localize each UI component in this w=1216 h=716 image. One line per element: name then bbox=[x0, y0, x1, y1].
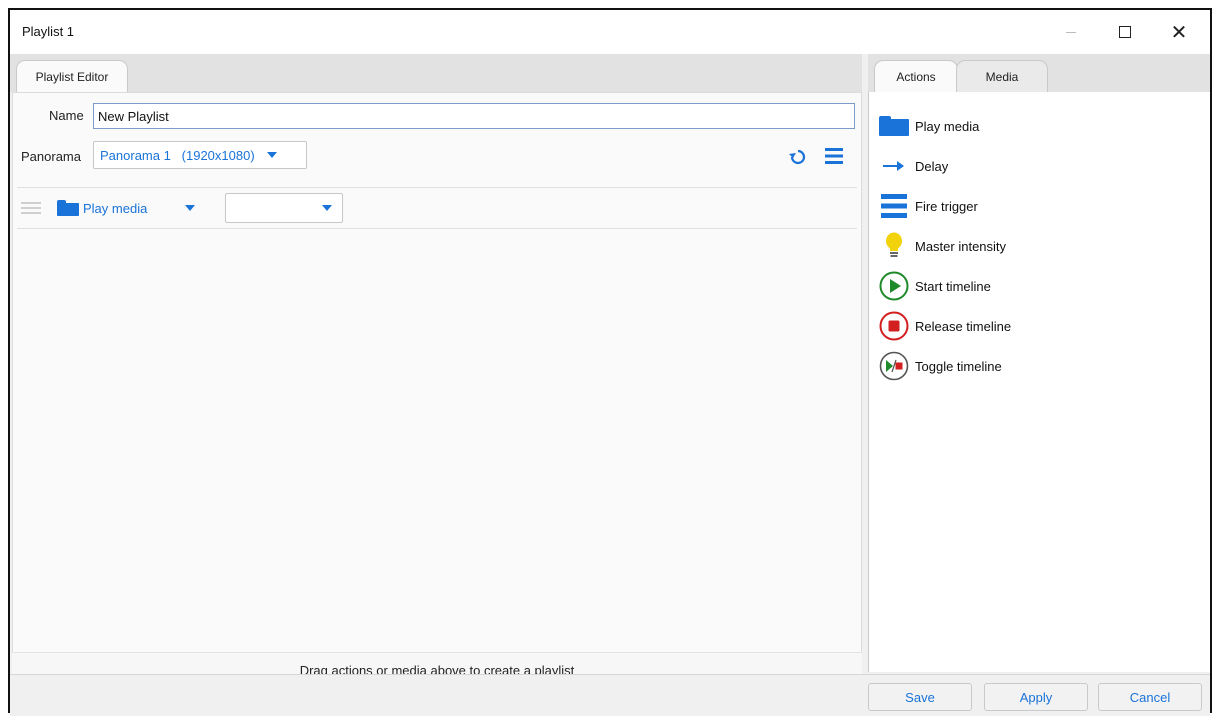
drag-handle-icon[interactable] bbox=[21, 201, 41, 215]
minimize-button[interactable] bbox=[1048, 10, 1094, 54]
action-release-timeline[interactable]: Release timeline bbox=[877, 310, 1011, 342]
action-play-media-label: Play media bbox=[915, 118, 980, 134]
action-master-intensity-label: Master intensity bbox=[915, 238, 1007, 254]
folder-icon bbox=[879, 116, 909, 136]
close-button[interactable]: ✕ bbox=[1156, 10, 1202, 54]
window-title: Playlist 1 bbox=[22, 24, 75, 39]
maximize-icon bbox=[1119, 26, 1131, 38]
chevron-down-icon bbox=[266, 152, 277, 158]
tab-actions[interactable]: Actions bbox=[874, 60, 958, 92]
right-tabstrip: Actions Media bbox=[868, 54, 1210, 92]
arrow-right-icon bbox=[877, 150, 911, 182]
stop-circle-icon bbox=[877, 310, 911, 342]
tab-media-label: Media bbox=[985, 69, 1019, 84]
panorama-select-value: Panorama 1 (1920x1080) bbox=[100, 147, 255, 163]
action-play-media[interactable]: Play media bbox=[877, 110, 979, 142]
row-action-label: Play media bbox=[83, 200, 148, 216]
action-fire-trigger-label: Fire trigger bbox=[915, 198, 978, 214]
row-target-select[interactable] bbox=[225, 193, 343, 223]
action-master-intensity[interactable]: Master intensity bbox=[877, 230, 1006, 262]
menu-icon[interactable] bbox=[823, 145, 845, 167]
actions-panel: Play media Delay Fire trigger Master int… bbox=[868, 92, 1210, 672]
apply-button-label: Apply bbox=[1019, 689, 1053, 705]
refresh-icon[interactable] bbox=[787, 145, 809, 167]
save-button[interactable]: Save bbox=[868, 683, 972, 711]
panorama-label: Panorama bbox=[21, 149, 81, 164]
action-toggle-timeline-label: Toggle timeline bbox=[915, 358, 1002, 374]
action-start-timeline-label: Start timeline bbox=[915, 278, 991, 294]
left-tabstrip: Playlist Editor bbox=[10, 54, 862, 92]
chevron-down-icon bbox=[322, 205, 332, 211]
name-input[interactable] bbox=[93, 103, 855, 129]
play-circle-icon bbox=[877, 270, 911, 302]
apply-button[interactable]: Apply bbox=[984, 683, 1088, 711]
toggle-circle-icon bbox=[877, 350, 911, 382]
maximize-button[interactable] bbox=[1102, 10, 1148, 54]
cancel-button-label: Cancel bbox=[1129, 689, 1171, 705]
action-fire-trigger[interactable]: Fire trigger bbox=[877, 190, 978, 222]
action-release-timeline-label: Release timeline bbox=[915, 318, 1012, 334]
minimize-icon bbox=[1066, 31, 1076, 33]
close-icon: ✕ bbox=[1170, 21, 1188, 44]
action-delay[interactable]: Delay bbox=[877, 150, 948, 182]
folder-icon bbox=[57, 200, 79, 216]
tab-media[interactable]: Media bbox=[956, 60, 1048, 92]
chevron-down-icon bbox=[185, 205, 196, 211]
tab-playlist-editor-label: Playlist Editor bbox=[35, 69, 109, 84]
playlist-editor-panel: Name Panorama Panorama 1 (1920x1080) bbox=[12, 92, 862, 672]
lightbulb-icon bbox=[877, 230, 911, 262]
row-action-select[interactable]: Play media bbox=[57, 196, 196, 220]
playlist-row[interactable]: Play media bbox=[17, 187, 857, 229]
tab-playlist-editor[interactable]: Playlist Editor bbox=[16, 60, 128, 92]
action-toggle-timeline[interactable]: Toggle timeline bbox=[877, 350, 1002, 382]
trigger-icon bbox=[877, 190, 911, 222]
title-bar: Playlist 1 ✕ bbox=[10, 10, 1210, 54]
action-delay-label: Delay bbox=[915, 158, 949, 174]
playlist-window: Playlist 1 ✕ Playlist Editor Actions Med… bbox=[8, 8, 1212, 716]
action-start-timeline[interactable]: Start timeline bbox=[877, 270, 991, 302]
tab-actions-label: Actions bbox=[896, 69, 936, 84]
name-label: Name bbox=[49, 108, 84, 123]
save-button-label: Save bbox=[905, 689, 935, 705]
cancel-button[interactable]: Cancel bbox=[1098, 683, 1202, 711]
panorama-select[interactable]: Panorama 1 (1920x1080) bbox=[93, 141, 307, 169]
dialog-button-bar: Save Apply Cancel bbox=[10, 674, 1210, 716]
